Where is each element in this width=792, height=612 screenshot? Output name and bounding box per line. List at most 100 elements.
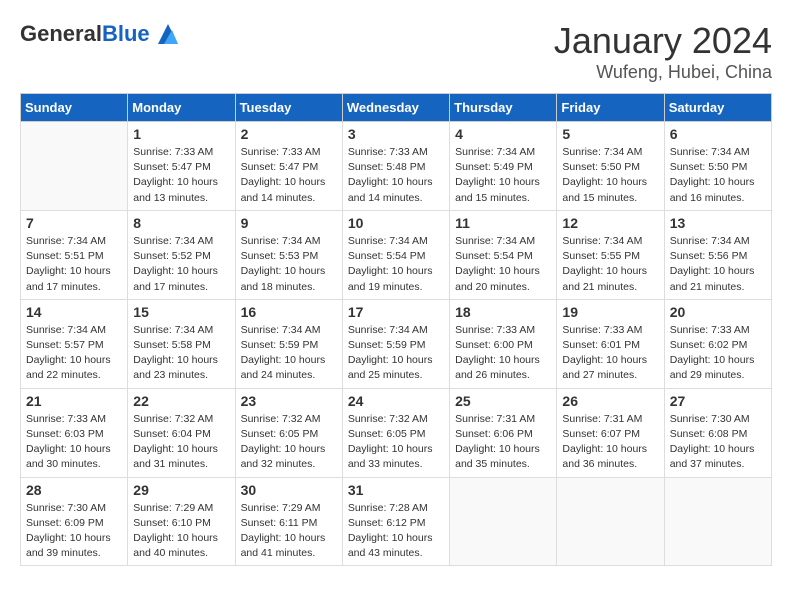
calendar-week-0: 1 Sunrise: 7:33 AM Sunset: 5:47 PM Daylig… (21, 122, 772, 211)
page-header: GeneralBlue January 2024 Wufeng, Hubei, … (20, 20, 772, 83)
calendar-cell: 20Sunrise: 7:33 AM Sunset: 6:02 PM Dayli… (664, 299, 771, 388)
day-number: 2 (241, 126, 337, 142)
calendar-table: SundayMondayTuesdayWednesdayThursdayFrid… (20, 93, 772, 566)
day-number: 9 (241, 215, 337, 231)
calendar-cell (557, 477, 664, 566)
day-number: 4 (455, 126, 551, 142)
calendar-cell: 2 Sunrise: 7:33 AM Sunset: 5:47 PM Daylig… (235, 122, 342, 211)
day-info: Sunrise: 7:34 AM Sunset: 5:54 PM Dayligh… (348, 234, 444, 295)
calendar-cell: 8Sunrise: 7:34 AM Sunset: 5:52 PM Daylig… (128, 210, 235, 299)
day-info: Sunrise: 7:34 AM Sunset: 5:57 PM Dayligh… (26, 323, 122, 384)
col-header-saturday: Saturday (664, 94, 771, 122)
day-number: 26 (562, 393, 658, 409)
calendar-cell: 30 Sunrise: 7:29 AM Sunset: 6:11 PM Dayli… (235, 477, 342, 566)
day-info: Sunrise: 7:33 AM Sunset: 6:00 PM Dayligh… (455, 323, 551, 384)
day-info: Sunrise: 7:30 AM Sunset: 6:09 PM Dayligh… (26, 501, 122, 562)
day-info: Sunrise: 7:34 AM Sunset: 5:56 PM Dayligh… (670, 234, 766, 295)
day-info: Sunrise: 7:31 AM Sunset: 6:07 PM Dayligh… (562, 412, 658, 473)
day-info: Sunrise: 7:34 AM Sunset: 5:53 PM Dayligh… (241, 234, 337, 295)
day-info: Sunrise: 7:34 AM Sunset: 5:54 PM Dayligh… (455, 234, 551, 295)
day-info: Sunrise: 7:33 AM Sunset: 6:01 PM Dayligh… (562, 323, 658, 384)
calendar-cell: 22 Sunrise: 7:32 AM Sunset: 6:04 PM Dayli… (128, 388, 235, 477)
day-number: 17 (348, 304, 444, 320)
calendar-cell: 3 Sunrise: 7:33 AM Sunset: 5:48 PM Daylig… (342, 122, 449, 211)
logo-blue-text: Blue (102, 21, 150, 46)
day-info: Sunrise: 7:34 AM Sunset: 5:49 PM Dayligh… (455, 145, 551, 206)
day-info: Sunrise: 7:34 AM Sunset: 5:58 PM Dayligh… (133, 323, 229, 384)
day-number: 6 (670, 126, 766, 142)
day-number: 16 (241, 304, 337, 320)
day-number: 14 (26, 304, 122, 320)
calendar-week-1: 7 Sunrise: 7:34 AM Sunset: 5:51 PM Daylig… (21, 210, 772, 299)
day-number: 1 (133, 126, 229, 142)
calendar-cell: 7 Sunrise: 7:34 AM Sunset: 5:51 PM Daylig… (21, 210, 128, 299)
day-number: 15 (133, 304, 229, 320)
calendar-cell: 1 Sunrise: 7:33 AM Sunset: 5:47 PM Daylig… (128, 122, 235, 211)
day-info: Sunrise: 7:29 AM Sunset: 6:11 PM Dayligh… (241, 501, 337, 562)
calendar-week-3: 21 Sunrise: 7:33 AM Sunset: 6:03 PM Dayli… (21, 388, 772, 477)
day-number: 24 (348, 393, 444, 409)
day-info: Sunrise: 7:33 AM Sunset: 6:03 PM Dayligh… (26, 412, 122, 473)
title-block: January 2024 Wufeng, Hubei, China (554, 20, 772, 83)
day-info: Sunrise: 7:34 AM Sunset: 5:51 PM Dayligh… (26, 234, 122, 295)
col-header-thursday: Thursday (450, 94, 557, 122)
day-number: 11 (455, 215, 551, 231)
day-info: Sunrise: 7:33 AM Sunset: 5:47 PM Dayligh… (241, 145, 337, 206)
day-info: Sunrise: 7:33 AM Sunset: 5:47 PM Dayligh… (133, 145, 229, 206)
day-number: 30 (241, 482, 337, 498)
day-number: 21 (26, 393, 122, 409)
day-number: 25 (455, 393, 551, 409)
day-number: 3 (348, 126, 444, 142)
calendar-week-2: 14 Sunrise: 7:34 AM Sunset: 5:57 PM Dayli… (21, 299, 772, 388)
day-number: 22 (133, 393, 229, 409)
calendar-cell: 29 Sunrise: 7:29 AM Sunset: 6:10 PM Dayli… (128, 477, 235, 566)
calendar-cell (450, 477, 557, 566)
logo-icon (154, 20, 182, 48)
day-number: 23 (241, 393, 337, 409)
day-info: Sunrise: 7:34 AM Sunset: 5:50 PM Dayligh… (562, 145, 658, 206)
day-info: Sunrise: 7:32 AM Sunset: 6:05 PM Dayligh… (241, 412, 337, 473)
calendar-cell: 12 Sunrise: 7:34 AM Sunset: 5:55 PM Dayli… (557, 210, 664, 299)
calendar-week-4: 28Sunrise: 7:30 AM Sunset: 6:09 PM Dayli… (21, 477, 772, 566)
calendar-cell: 11 Sunrise: 7:34 AM Sunset: 5:54 PM Dayli… (450, 210, 557, 299)
calendar-cell: 10Sunrise: 7:34 AM Sunset: 5:54 PM Dayli… (342, 210, 449, 299)
day-number: 8 (133, 215, 229, 231)
calendar-cell: 19Sunrise: 7:33 AM Sunset: 6:01 PM Dayli… (557, 299, 664, 388)
day-info: Sunrise: 7:34 AM Sunset: 5:59 PM Dayligh… (348, 323, 444, 384)
calendar-cell: 27Sunrise: 7:30 AM Sunset: 6:08 PM Dayli… (664, 388, 771, 477)
day-number: 5 (562, 126, 658, 142)
day-number: 7 (26, 215, 122, 231)
calendar-cell: 15 Sunrise: 7:34 AM Sunset: 5:58 PM Dayli… (128, 299, 235, 388)
calendar-cell: 21 Sunrise: 7:33 AM Sunset: 6:03 PM Dayli… (21, 388, 128, 477)
day-info: Sunrise: 7:32 AM Sunset: 6:05 PM Dayligh… (348, 412, 444, 473)
col-header-wednesday: Wednesday (342, 94, 449, 122)
day-info: Sunrise: 7:33 AM Sunset: 6:02 PM Dayligh… (670, 323, 766, 384)
calendar-cell: 25 Sunrise: 7:31 AM Sunset: 6:06 PM Dayli… (450, 388, 557, 477)
calendar-cell: 4 Sunrise: 7:34 AM Sunset: 5:49 PM Daylig… (450, 122, 557, 211)
calendar-cell: 26 Sunrise: 7:31 AM Sunset: 6:07 PM Dayli… (557, 388, 664, 477)
calendar-cell: 14 Sunrise: 7:34 AM Sunset: 5:57 PM Dayli… (21, 299, 128, 388)
day-info: Sunrise: 7:32 AM Sunset: 6:04 PM Dayligh… (133, 412, 229, 473)
calendar-cell (664, 477, 771, 566)
day-number: 12 (562, 215, 658, 231)
day-number: 29 (133, 482, 229, 498)
calendar-cell: 9 Sunrise: 7:34 AM Sunset: 5:53 PM Daylig… (235, 210, 342, 299)
calendar-cell: 6Sunrise: 7:34 AM Sunset: 5:50 PM Daylig… (664, 122, 771, 211)
day-number: 31 (348, 482, 444, 498)
day-info: Sunrise: 7:34 AM Sunset: 5:55 PM Dayligh… (562, 234, 658, 295)
day-info: Sunrise: 7:31 AM Sunset: 6:06 PM Dayligh… (455, 412, 551, 473)
logo-general-text: General (20, 21, 102, 46)
calendar-cell: 5 Sunrise: 7:34 AM Sunset: 5:50 PM Daylig… (557, 122, 664, 211)
calendar-cell: 13Sunrise: 7:34 AM Sunset: 5:56 PM Dayli… (664, 210, 771, 299)
calendar-cell (21, 122, 128, 211)
calendar-cell: 18Sunrise: 7:33 AM Sunset: 6:00 PM Dayli… (450, 299, 557, 388)
day-info: Sunrise: 7:28 AM Sunset: 6:12 PM Dayligh… (348, 501, 444, 562)
calendar-body: 1 Sunrise: 7:33 AM Sunset: 5:47 PM Daylig… (21, 122, 772, 566)
location-title: Wufeng, Hubei, China (554, 62, 772, 83)
day-info: Sunrise: 7:30 AM Sunset: 6:08 PM Dayligh… (670, 412, 766, 473)
day-info: Sunrise: 7:33 AM Sunset: 5:48 PM Dayligh… (348, 145, 444, 206)
calendar-cell: 31 Sunrise: 7:28 AM Sunset: 6:12 PM Dayli… (342, 477, 449, 566)
calendar-cell: 16Sunrise: 7:34 AM Sunset: 5:59 PM Dayli… (235, 299, 342, 388)
col-header-friday: Friday (557, 94, 664, 122)
day-info: Sunrise: 7:29 AM Sunset: 6:10 PM Dayligh… (133, 501, 229, 562)
